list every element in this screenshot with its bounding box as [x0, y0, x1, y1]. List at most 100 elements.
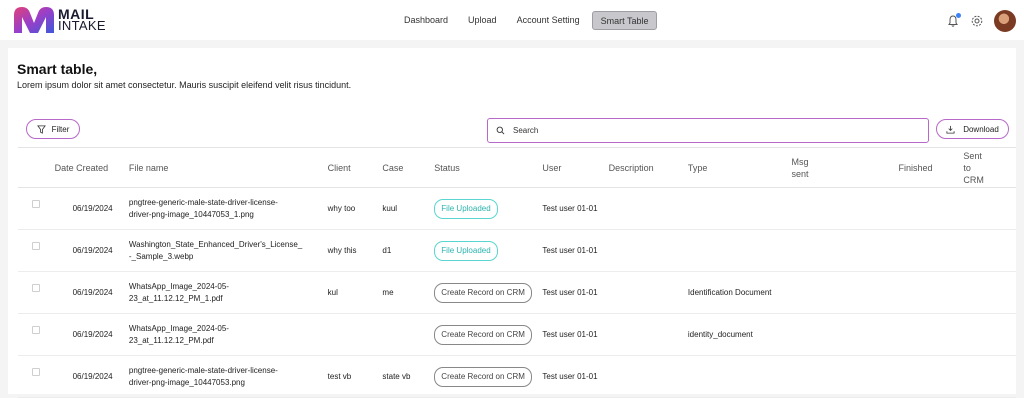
header-finished[interactable]: Finished	[898, 147, 964, 188]
cell-status: File Uploaded	[434, 187, 543, 230]
cell-user: Test user 01-01	[542, 229, 609, 272]
search-input[interactable]: Search	[487, 118, 929, 143]
header-description[interactable]: Description	[608, 147, 688, 188]
header-case[interactable]: Case	[382, 147, 435, 188]
row-select-cell	[18, 229, 55, 272]
download-label: Download	[963, 124, 999, 134]
header-date-created[interactable]: Date Created	[54, 147, 129, 188]
status-badge[interactable]: File Uploaded	[434, 198, 498, 219]
header-select	[18, 147, 55, 188]
table-row[interactable]: 06/19/2024 pngtree-generic-male-state-dri…	[18, 355, 1016, 398]
filter-icon	[36, 124, 46, 134]
notification-dot	[956, 13, 961, 18]
gear-icon[interactable]	[970, 14, 984, 28]
cell-user: Test user 01-01	[542, 355, 609, 398]
table-row[interactable]: 06/19/2024 Washington_State_Enhanced_Driv…	[18, 229, 1016, 272]
nav-dashboard[interactable]: Dashboard	[396, 11, 456, 30]
brand-line2: INTAKE	[58, 18, 106, 33]
search-icon	[496, 126, 505, 135]
cell-description	[608, 355, 688, 398]
cell-type	[687, 229, 792, 272]
cell-description	[608, 271, 688, 314]
logo-text: MAIL INTAKE	[58, 7, 106, 33]
cell-file-name: WhatsApp_Image_2024-05- 23_at_11.12.12_PM…	[128, 271, 328, 314]
top-navbar: MAIL INTAKE Dashboard Upload Account Set…	[0, 0, 1024, 40]
cell-msg-sent	[791, 229, 899, 272]
logo-mark	[14, 7, 54, 33]
cell-file-name: Washington_State_Enhanced_Driver's_Licen…	[128, 229, 328, 272]
cell-date: 06/19/2024	[54, 229, 129, 272]
header-actions	[946, 10, 1016, 32]
nav-account-setting[interactable]: Account Setting	[509, 11, 588, 30]
cell-finished	[898, 187, 964, 230]
status-badge[interactable]: File Uploaded	[434, 240, 498, 261]
row-checkbox[interactable]	[32, 200, 40, 209]
download-button[interactable]: Download	[936, 119, 1009, 139]
cell-description	[608, 187, 688, 230]
cell-sent-to-crm	[963, 355, 1016, 398]
cell-sent-to-crm	[963, 313, 1016, 356]
cell-user: Test user 01-01	[542, 313, 609, 356]
status-badge[interactable]: Create Record on CRM	[434, 282, 532, 303]
cell-date: 06/19/2024	[54, 355, 129, 398]
cell-case: kuul	[382, 187, 435, 230]
main-content: Smart table, Lorem ipsum dolor sit amet …	[8, 48, 1016, 398]
cell-status: Create Record on CRM	[434, 355, 543, 398]
header-type[interactable]: Type	[687, 147, 792, 188]
status-badge[interactable]: Create Record on CRM	[434, 366, 532, 387]
filter-button[interactable]: Filter	[26, 119, 80, 139]
row-checkbox[interactable]	[32, 284, 40, 293]
main-nav: Dashboard Upload Account Setting Smart T…	[396, 11, 658, 30]
download-icon	[946, 125, 955, 134]
table-row[interactable]: 06/19/2024 WhatsApp_Image_2024-05- 23_at_1…	[18, 313, 1016, 356]
app-logo[interactable]: MAIL INTAKE	[12, 4, 112, 36]
cell-sent-to-crm	[963, 229, 1016, 272]
cell-description	[608, 229, 688, 272]
row-checkbox[interactable]	[32, 326, 40, 335]
header-client[interactable]: Client	[327, 147, 383, 188]
cell-status: Create Record on CRM	[434, 313, 543, 356]
cell-status: File Uploaded	[434, 229, 543, 272]
cell-user: Test user 01-01	[542, 271, 609, 314]
search-placeholder: Search	[513, 126, 539, 135]
row-select-cell	[18, 355, 55, 398]
table-row[interactable]: 06/19/2024 WhatsApp_Image_2024-05- 23_at_1…	[18, 271, 1016, 314]
cell-type: identity_document	[687, 313, 792, 356]
cell-client: test vb	[327, 355, 383, 398]
row-checkbox[interactable]	[32, 368, 40, 377]
filter-label: Filter	[51, 124, 70, 134]
smart-table: Date Created File name Client Case Statu…	[18, 147, 1016, 398]
table-row[interactable]: 06/19/2024 pngtree-generic-male-state-dri…	[18, 187, 1016, 230]
cell-sent-to-crm	[963, 271, 1016, 314]
cell-client: kul	[327, 271, 383, 314]
cell-case: state vb	[382, 355, 435, 398]
status-badge[interactable]: Create Record on CRM	[434, 324, 532, 345]
cell-sent-to-crm	[963, 187, 1016, 230]
cell-case: me	[382, 271, 435, 314]
cell-case	[382, 313, 435, 356]
page-subtitle: Lorem ipsum dolor sit amet consectetur. …	[17, 80, 352, 90]
row-select-cell	[18, 187, 55, 230]
cell-file-name: pngtree-generic-male-state-driver-licens…	[128, 187, 328, 230]
table-header-row: Date Created File name Client Case Statu…	[18, 147, 1016, 188]
nav-smart-table[interactable]: Smart Table	[591, 11, 658, 30]
cell-date: 06/19/2024	[54, 271, 129, 314]
cell-client: why this	[327, 229, 383, 272]
header-msg-sent[interactable]: Msg sent	[791, 147, 899, 188]
page-title: Smart table,	[17, 61, 98, 77]
cell-status: Create Record on CRM	[434, 271, 543, 314]
cell-file-name: WhatsApp_Image_2024-05- 23_at_11.12.12_PM…	[128, 313, 328, 356]
cell-msg-sent	[791, 313, 899, 356]
header-file-name[interactable]: File name	[128, 147, 328, 188]
user-avatar[interactable]	[994, 10, 1016, 32]
cell-finished	[898, 229, 964, 272]
header-user[interactable]: User	[542, 147, 609, 188]
cell-description	[608, 313, 688, 356]
row-checkbox[interactable]	[32, 242, 40, 251]
header-sent-to-crm[interactable]: Sent to CRM	[963, 147, 1016, 188]
cell-type	[687, 355, 792, 398]
cell-type	[687, 187, 792, 230]
header-status[interactable]: Status	[434, 147, 543, 188]
bell-icon[interactable]	[946, 13, 961, 28]
nav-upload[interactable]: Upload	[460, 11, 505, 30]
